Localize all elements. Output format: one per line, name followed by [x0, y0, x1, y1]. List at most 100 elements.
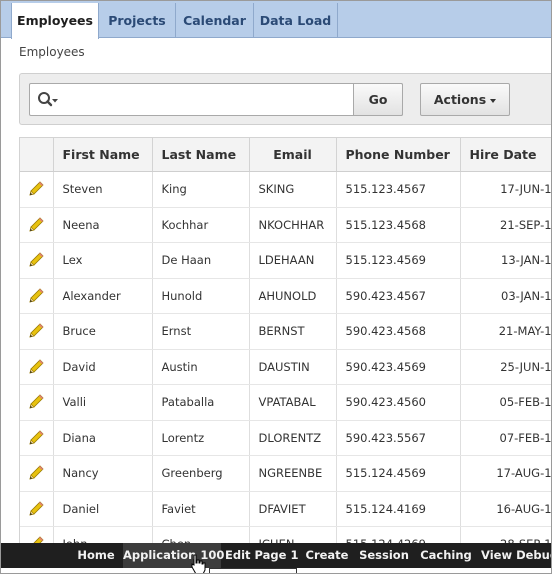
- edit-row-link[interactable]: [20, 349, 54, 385]
- cell-last-name: King: [152, 171, 250, 208]
- cell-hire-date: 28-SEP-1997: [460, 526, 551, 543]
- cell-hire-date: 03-JAN-1990: [460, 278, 551, 314]
- tab-projects[interactable]: Projects: [99, 3, 176, 38]
- table-body: StevenKingSKING515.123.456717-JUN-1987Ne…: [20, 171, 551, 543]
- column-header-hire-date[interactable]: Hire Date: [460, 137, 551, 172]
- cell-last-name: Ernst: [152, 313, 250, 350]
- employees-report: First Name Last Name Email Phone Number …: [19, 137, 551, 543]
- cell-first-name: John: [53, 526, 153, 543]
- column-header-first-name[interactable]: First Name: [53, 137, 153, 172]
- devbar-caching[interactable]: Caching: [417, 543, 475, 568]
- cell-first-name: Bruce: [53, 313, 153, 350]
- cell-phone-number: 515.123.4569: [336, 242, 461, 279]
- cell-email: VPATABAL: [249, 384, 337, 421]
- edit-row-link[interactable]: [20, 420, 54, 456]
- cell-email: BERNST: [249, 313, 337, 350]
- app-window: Employees Projects Calendar Data Load Em…: [0, 0, 552, 574]
- edit-row-link[interactable]: [20, 491, 54, 527]
- edit-row-link[interactable]: [20, 313, 54, 350]
- devbar-view-debug[interactable]: View Debug: [481, 543, 551, 568]
- cell-email: JCHEN: [249, 526, 337, 543]
- hand-cursor-icon: [191, 554, 206, 573]
- table-row: Neena Kochhar NKOCHHAR 515.123.4568 21-SEP-1…: [20, 207, 551, 243]
- pencil-icon: [33, 536, 44, 543]
- cell-phone-number: 515.123.4568: [336, 207, 461, 243]
- pencil-icon: [29, 217, 44, 232]
- cell-first-name: Steven: [53, 171, 153, 208]
- chevron-down-icon: [490, 98, 497, 103]
- cell-first-name: Neena: [53, 207, 153, 243]
- actions-button[interactable]: Actions: [420, 83, 510, 116]
- devbar-session[interactable]: Session: [357, 543, 411, 568]
- cell-first-name: Diana: [53, 420, 153, 456]
- table-row: DanielFavietDFAVIET515.124.416916-AUG-19…: [20, 491, 551, 527]
- cell-first-name: Nancy: [53, 455, 153, 492]
- cell-email: AHUNOLD: [249, 278, 337, 314]
- table-row: Alexander Hunold AHUNOLD 590.423.4567 03-JAN…: [20, 278, 551, 314]
- devbar-home[interactable]: Home: [71, 543, 121, 568]
- pencil-icon: [29, 501, 44, 516]
- search-input[interactable]: [64, 86, 354, 113]
- edit-row-link[interactable]: [20, 278, 54, 314]
- breadcrumb: Employees: [19, 45, 85, 59]
- cell-phone-number: 590.423.4560: [336, 384, 461, 421]
- cell-last-name: Greenberg: [152, 455, 250, 492]
- tab-employees[interactable]: Employees: [11, 3, 99, 39]
- devbar-create[interactable]: Create: [303, 543, 351, 568]
- tab-bar: Employees Projects Calendar Data Load: [1, 1, 551, 39]
- column-header-last-name[interactable]: Last Name: [152, 137, 250, 172]
- tooltip: [209, 568, 297, 573]
- edit-row-link[interactable]: [20, 455, 54, 492]
- column-header-email[interactable]: Email: [249, 137, 337, 172]
- actions-label: Actions: [433, 92, 487, 107]
- search-icon[interactable]: [37, 91, 61, 109]
- cell-hire-date: 21-SEP-1989: [460, 207, 551, 243]
- edit-row-link[interactable]: [20, 171, 54, 208]
- tab-calendar[interactable]: Calendar: [176, 3, 254, 38]
- cell-last-name: De Haan: [152, 242, 250, 279]
- cell-first-name: Valli: [53, 384, 153, 421]
- report-toolbar: Go Actions: [19, 73, 551, 125]
- cell-first-name: Lex: [53, 242, 153, 279]
- table-row: LexDe HaanLDEHAAN515.123.456913-JAN-1993: [20, 242, 551, 279]
- cell-last-name: Lorentz: [152, 420, 250, 456]
- cell-hire-date: 21-MAY-1991: [460, 313, 551, 350]
- cell-phone-number: 515.124.4569: [336, 455, 461, 492]
- cell-email: DFAVIET: [249, 491, 337, 527]
- cell-email: NGREENBE: [249, 455, 337, 492]
- cell-phone-number: 515.124.4269: [336, 526, 461, 543]
- column-header-edit: [20, 137, 54, 172]
- edit-row-link[interactable]: [20, 384, 54, 421]
- pencil-icon: [29, 252, 44, 267]
- cell-last-name: Chen: [152, 526, 250, 543]
- pencil-icon: [29, 288, 44, 303]
- pencil-icon: [29, 430, 44, 445]
- table-row: Valli Pataballa VPATABAL 590.423.4560 05-FEB…: [20, 384, 551, 421]
- developer-toolbar: Home Application 100 Edit Page 1 Create …: [1, 543, 551, 568]
- cell-phone-number: 590.423.5567: [336, 420, 461, 456]
- edit-row-link[interactable]: [20, 207, 54, 243]
- cell-first-name: Daniel: [53, 491, 153, 527]
- tab-data-load[interactable]: Data Load: [254, 3, 338, 38]
- table-row: JohnChenJCHEN515.124.426928-SEP-1997: [20, 526, 551, 543]
- cell-phone-number: 515.124.4169: [336, 491, 461, 527]
- cell-last-name: Pataballa: [152, 384, 250, 421]
- go-button[interactable]: Go: [353, 83, 403, 116]
- cell-hire-date: 25-JUN-1997: [460, 349, 551, 385]
- column-header-phone-number[interactable]: Phone Number: [336, 137, 461, 172]
- cell-last-name: Austin: [152, 349, 250, 385]
- edit-row-link[interactable]: [20, 526, 54, 543]
- cell-last-name: Kochhar: [152, 207, 250, 243]
- cell-hire-date: 17-JUN-1987: [460, 171, 551, 208]
- cell-phone-number: 590.423.4567: [336, 278, 461, 314]
- cell-email: LDEHAAN: [249, 242, 337, 279]
- pencil-icon: [29, 359, 44, 374]
- cell-hire-date: 17-AUG-1994: [460, 455, 551, 492]
- cell-first-name: David: [53, 349, 153, 385]
- pencil-icon: [29, 323, 44, 338]
- cell-email: DAUSTIN: [249, 349, 337, 385]
- edit-row-link[interactable]: [20, 242, 54, 279]
- search-box: Go: [29, 83, 403, 116]
- devbar-edit-page[interactable]: Edit Page 1: [225, 543, 298, 568]
- table-row: BruceErnstBERNST590.423.456821-MAY-1991: [20, 313, 551, 350]
